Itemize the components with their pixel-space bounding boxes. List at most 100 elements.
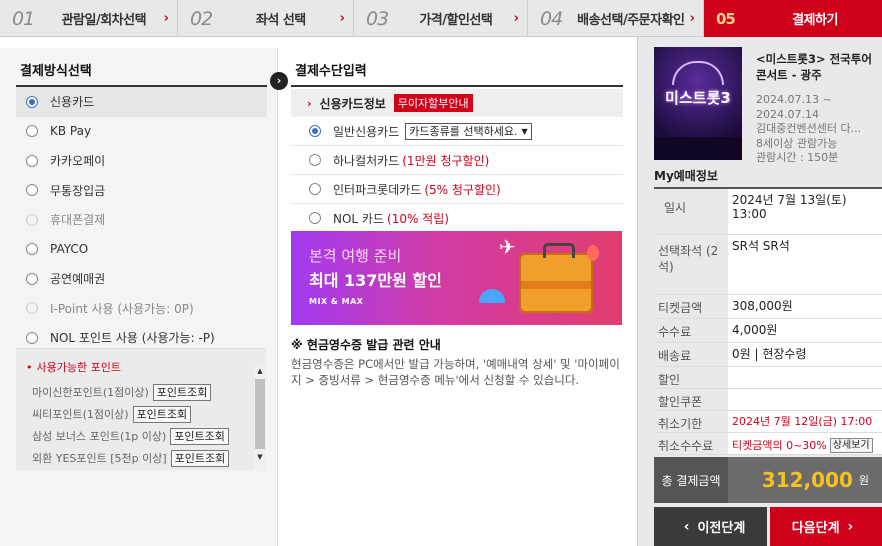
row-value xyxy=(728,367,882,388)
prev-step-button[interactable]: ‹ 이전단계 xyxy=(654,507,767,546)
points-scrollbar[interactable]: ▲ ▼ xyxy=(254,365,266,471)
payment-option-label: NOL 포인트 사용 (사용가능: -P) xyxy=(50,331,215,346)
row-value: 2024년 7월 12일(금) 17:00 xyxy=(728,411,882,432)
next-step-button[interactable]: 다음단계 › xyxy=(770,507,882,546)
point-row: 씨티포인트(1점이상) 포인트조회 xyxy=(16,403,266,425)
point-inquiry-button[interactable]: 포인트조회 xyxy=(170,449,230,467)
row-value: 0원 | 현장수령 xyxy=(728,343,882,366)
card-option-label: NOL 카드 xyxy=(333,211,385,226)
balloon-icon xyxy=(587,245,599,261)
radio-button[interactable] xyxy=(26,154,38,167)
radio-button[interactable] xyxy=(26,272,38,285)
row-value xyxy=(728,389,882,410)
step-5-label: 결제하기 xyxy=(792,13,838,28)
interest-free-badge[interactable]: 무이자할부안내 xyxy=(393,94,473,112)
radio-button[interactable] xyxy=(26,184,38,197)
step-1[interactable]: 01 관람일/회차선택 › xyxy=(0,0,178,37)
radio-button[interactable] xyxy=(309,212,321,224)
banner-line-1: 본격 여행 준비 xyxy=(309,247,402,265)
step-2[interactable]: 02 좌석 선택 › xyxy=(178,0,354,37)
payment-option-kb-pay[interactable]: KB Pay xyxy=(16,117,267,147)
row-value: 4,000원 xyxy=(728,319,882,342)
step-3-label: 가격/할인선택 xyxy=(419,13,493,28)
row-cancel-fee: 취소수수료 티켓금액의 0~30% 상세보기 xyxy=(654,433,882,455)
row-key: 할인 xyxy=(658,373,681,387)
radio-button xyxy=(26,213,38,226)
radio-button[interactable] xyxy=(26,125,38,138)
payment-option-label: 신용카드 xyxy=(50,95,95,110)
payment-input-panel: 결제수단입력 › 신용카드정보 무이자할부안내 일반신용카드 카드종류를 선택하… xyxy=(279,48,637,546)
payment-option-ipoint: I-Point 사용 (사용가능: 0P) xyxy=(16,294,267,324)
suitcase-icon xyxy=(519,243,593,313)
payment-option-label: PAYCO xyxy=(50,242,89,257)
card-option-general[interactable]: 일반신용카드 카드종류를 선택하세요. ▼ xyxy=(291,117,623,146)
step-3[interactable]: 03 가격/할인선택 › xyxy=(354,0,528,37)
point-inquiry-button[interactable]: 포인트조회 xyxy=(132,405,192,423)
payment-option-label: KB Pay xyxy=(50,124,92,139)
detail-button[interactable]: 상세보기 xyxy=(829,438,873,453)
show-age: 8세이상 관람가능 xyxy=(756,136,838,150)
point-inquiry-button[interactable]: 포인트조회 xyxy=(152,383,212,401)
card-promo: (5% 청구할인) xyxy=(424,182,501,197)
chevron-right-icon: › xyxy=(847,518,854,535)
payment-method-panel: 결제방식선택 신용카드 KB Pay 카카오페이 무통장입금 휴대폰결제 PAY… xyxy=(0,48,278,546)
available-points-box: 사용가능한 포인트 마이신한포인트(1점이상) 포인트조회 씨티포인트(1점이상… xyxy=(16,348,266,471)
radio-button[interactable] xyxy=(309,154,321,166)
row-seats: 선택좌석 (2석) SR석 SR석 xyxy=(654,235,882,295)
payment-option-label: 공연예매권 xyxy=(50,272,106,287)
point-inquiry-button[interactable]: 포인트조회 xyxy=(170,427,229,445)
row-key: 배송료 xyxy=(658,349,692,363)
nav-buttons: ‹ 이전단계 다음단계 › xyxy=(654,507,882,546)
payment-option-kakaopay[interactable]: 카카오페이 xyxy=(16,146,267,176)
radio-button[interactable] xyxy=(26,95,38,108)
card-promo: (10% 적립) xyxy=(387,211,449,226)
row-key: 티켓금액 xyxy=(658,301,703,315)
row-key: 선택좌석 (2석) xyxy=(658,244,719,274)
reservation-table: 일시 2024년 7월 13일(토) 13:00 선택좌석 (2석) SR석 S… xyxy=(654,187,882,455)
chevron-right-icon: › xyxy=(513,11,519,26)
total-amount: 312,000 xyxy=(761,468,853,492)
chevron-right-icon: › xyxy=(163,11,169,26)
card-info-title: 신용카드정보 xyxy=(319,96,386,111)
show-runtime: 관람시간 : 150분 xyxy=(756,151,839,164)
show-venue: 김대중컨벤션센터 다... xyxy=(756,122,862,135)
payment-method-title: 결제방식선택 xyxy=(20,64,92,79)
total-unit: 원 xyxy=(858,474,869,487)
card-option-lotte[interactable]: 인터파크롯데카드 (5% 청구할인) xyxy=(291,175,623,204)
airplane-icon: ✈ xyxy=(499,235,516,259)
radio-button[interactable] xyxy=(309,125,321,137)
radio-button[interactable] xyxy=(309,183,321,195)
row-key: 일시 xyxy=(664,201,687,215)
payment-option-payco[interactable]: PAYCO xyxy=(16,235,267,265)
caret-right-icon: › xyxy=(307,96,312,110)
scroll-thumb[interactable] xyxy=(255,379,265,449)
poster-logo: 미스트롯3 xyxy=(665,89,731,107)
card-option-nol[interactable]: NOL 카드 (10% 적립) xyxy=(291,204,623,233)
points-title: 사용가능한 포인트 xyxy=(16,349,266,381)
card-type-select-value: 카드종류를 선택하세요. xyxy=(409,125,518,138)
step-2-label: 좌석 선택 xyxy=(255,13,306,28)
row-key: 수수료 xyxy=(658,325,692,339)
show-title: <미스트롯3> 전국투어 콘서트 - 광주 xyxy=(756,52,872,82)
step-4[interactable]: 04 배송선택/주문자확인 › xyxy=(528,0,704,37)
card-type-select[interactable]: 카드종류를 선택하세요. ▼ xyxy=(405,122,532,140)
scroll-down-icon[interactable]: ▼ xyxy=(254,451,266,463)
step-1-label: 관람일/회차선택 xyxy=(61,13,147,28)
payment-option-voucher[interactable]: 공연예매권 xyxy=(16,264,267,294)
radio-button[interactable] xyxy=(26,243,38,256)
step-bar: 01 관람일/회차선택 › 02 좌석 선택 › 03 가격/할인선택 › 04… xyxy=(0,0,882,37)
travel-promo-banner[interactable]: 본격 여행 준비 최대 137만원 할인 MIX & MAX ✈ xyxy=(291,231,622,325)
divider xyxy=(291,85,623,87)
scroll-up-icon[interactable]: ▲ xyxy=(254,365,266,377)
radio-button[interactable] xyxy=(26,331,38,344)
payment-input-title: 결제수단입력 xyxy=(295,64,367,79)
umbrella-icon xyxy=(479,289,505,303)
card-option-hana[interactable]: 하나컬처카드 (1만원 청구할인) xyxy=(291,146,623,175)
payment-option-bank-transfer[interactable]: 무통장입금 xyxy=(16,176,267,206)
reservation-panel: 미스트롯3 <미스트롯3> 전국투어 콘서트 - 광주 2024.07.13 ~… xyxy=(637,37,882,546)
card-list: 일반신용카드 카드종류를 선택하세요. ▼ 하나컬처카드 (1만원 청구할인) … xyxy=(291,117,623,233)
point-row: 외환 YES포인트 [5천p 이상] 포인트조회 xyxy=(16,447,266,469)
row-value: 2024년 7월 13일(토) 13:00 xyxy=(728,189,882,234)
cash-receipt-title: ※ 현금영수증 발급 관련 안내 xyxy=(291,338,441,352)
payment-option-credit-card[interactable]: 신용카드 xyxy=(16,87,267,117)
